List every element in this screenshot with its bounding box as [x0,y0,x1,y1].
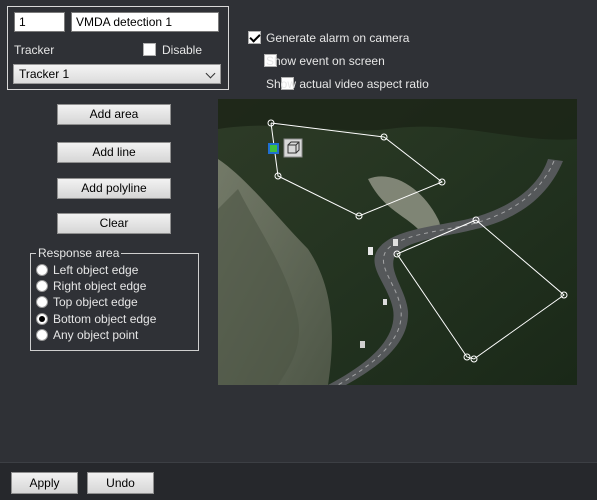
chevron-down-icon [205,68,216,79]
generate-alarm-label: Generate alarm on camera [266,31,410,45]
vehicle [368,247,373,255]
vehicle [393,239,398,246]
radio-button[interactable] [36,280,48,292]
apply-button[interactable]: Apply [11,472,78,494]
add-area-button[interactable]: Add area [57,104,171,125]
radio-label: Left object edge [53,263,139,277]
clear-button[interactable]: Clear [57,213,171,234]
aspect-ratio-label: Show actual video aspect ratio [266,77,429,91]
radio-any-object-point[interactable]: Any object point [36,327,138,343]
add-polyline-button[interactable]: Add polyline [57,178,171,199]
response-area-legend: Response area [36,246,122,260]
undo-button[interactable]: Undo [87,472,154,494]
radio-button[interactable] [36,313,48,325]
generate-alarm-checkbox[interactable] [248,31,261,44]
radio-label: Any object point [53,328,139,342]
response-area-group: Response area Left object edge Right obj… [30,246,199,351]
detector-settings-box: 1 VMDA detection 1 Tracker Disable Track… [7,6,229,90]
radio-label: Top object edge [53,295,138,309]
camera-view[interactable] [218,99,577,385]
disable-label: Disable [162,43,203,57]
zone-handle-selected[interactable] [268,143,279,154]
camera-frame[interactable] [218,99,577,385]
tracker-select[interactable]: Tracker 1 [13,64,221,84]
add-line-button[interactable]: Add line [57,142,171,163]
bottom-bar: Apply Undo [0,462,597,500]
radio-label: Bottom object edge [53,312,157,326]
radio-button[interactable] [36,264,48,276]
radio-bottom-object-edge[interactable]: Bottom object edge [36,311,156,327]
show-event-label: Show event on screen [266,54,385,68]
detector-name-field[interactable]: VMDA detection 1 [71,12,219,32]
radio-button[interactable] [36,329,48,341]
radio-label: Right object edge [53,279,147,293]
radio-top-object-edge[interactable]: Top object edge [36,294,138,310]
vehicle [383,299,387,305]
detector-id-field[interactable]: 1 [14,12,65,32]
tracker-select-value: Tracker 1 [19,67,70,81]
vehicle [360,341,365,348]
radio-right-object-edge[interactable]: Right object edge [36,278,146,294]
tracker-label: Tracker [14,43,55,57]
radio-button[interactable] [36,296,48,308]
disable-checkbox[interactable] [143,43,156,56]
radio-left-object-edge[interactable]: Left object edge [36,262,138,278]
